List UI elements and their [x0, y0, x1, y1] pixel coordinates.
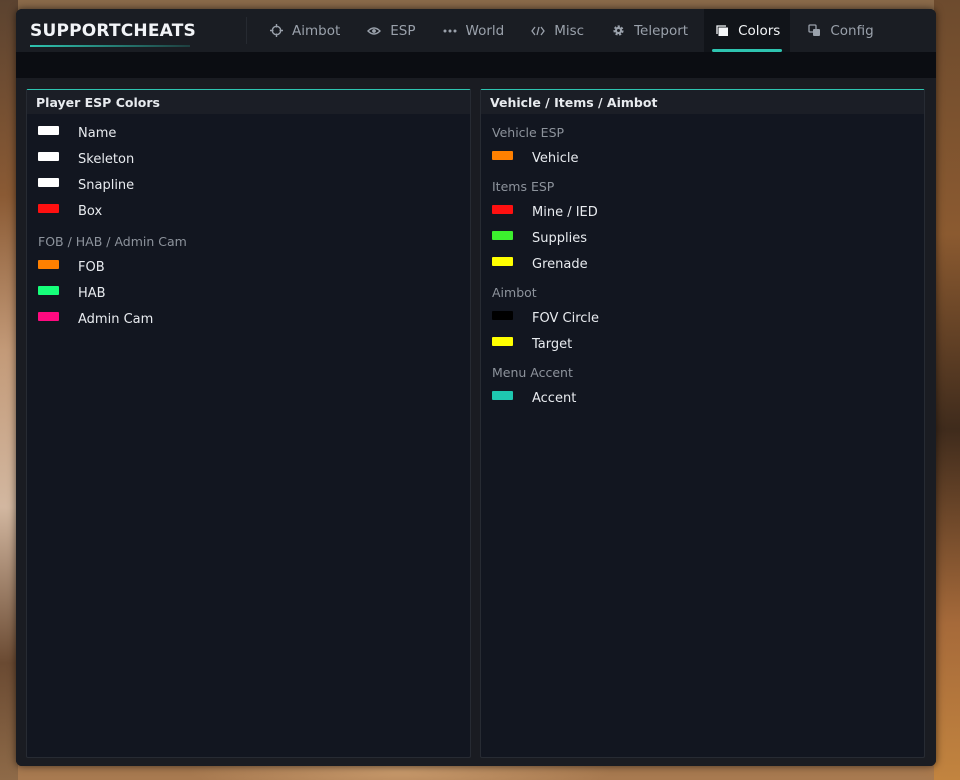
color-label: Grenade	[532, 256, 588, 272]
tab-aimbot[interactable]: Aimbot	[258, 9, 350, 52]
tab-label: Colors	[738, 22, 781, 39]
color-label: FOV Circle	[532, 310, 600, 326]
tab-esp[interactable]: ESP	[356, 9, 425, 52]
tab-world[interactable]: World	[432, 9, 515, 52]
panel-body: Name Skeleton Snapline Box FOB / HAB / A…	[27, 114, 470, 332]
gear-icon	[610, 23, 626, 39]
content-area: Player ESP Colors Name Skeleton Snapline…	[16, 78, 936, 766]
color-label: FOB	[78, 259, 105, 275]
dots-icon	[442, 23, 458, 39]
color-row-skeleton[interactable]: Skeleton	[38, 146, 470, 172]
tab-label: ESP	[390, 22, 416, 39]
tab-teleport[interactable]: Teleport	[600, 9, 698, 52]
color-row-target[interactable]: Target	[492, 331, 924, 357]
section-label-vehicle-esp: Vehicle ESP	[492, 125, 565, 140]
color-row-hab[interactable]: HAB	[38, 280, 470, 306]
color-label: Box	[78, 203, 103, 219]
color-row-name[interactable]: Name	[38, 120, 470, 146]
color-label: Vehicle	[532, 150, 579, 166]
color-label: Mine / IED	[532, 204, 598, 220]
color-row-supplies[interactable]: Supplies	[492, 225, 924, 251]
color-swatch[interactable]	[492, 230, 513, 240]
tab-misc[interactable]: Misc	[520, 9, 594, 52]
copy-icon	[806, 23, 822, 39]
color-row-fob[interactable]: FOB	[38, 254, 470, 280]
color-swatch[interactable]	[38, 311, 59, 321]
color-swatch[interactable]	[492, 390, 513, 400]
tab-label: World	[465, 22, 505, 39]
tab-divider	[246, 17, 247, 44]
eye-icon	[366, 23, 382, 39]
tab-colors[interactable]: Colors	[704, 9, 791, 52]
section-label-menu-accent: Menu Accent	[492, 365, 573, 380]
color-label: Accent	[532, 390, 577, 406]
color-row-admin-cam[interactable]: Admin Cam	[38, 306, 470, 332]
color-label: Skeleton	[78, 151, 135, 167]
color-swatch[interactable]	[492, 256, 513, 266]
color-swatch[interactable]	[492, 310, 513, 320]
top-bar: SUPPORTCHEATS Aimbot ESP World Misc Tele…	[16, 9, 936, 52]
color-swatch[interactable]	[38, 177, 59, 187]
color-swatch[interactable]	[38, 285, 59, 295]
color-label: Admin Cam	[78, 311, 154, 327]
tab-config[interactable]: Config	[796, 9, 883, 52]
color-swatch[interactable]	[492, 336, 513, 346]
panel-title: Player ESP Colors	[27, 90, 470, 114]
color-swatch[interactable]	[492, 150, 513, 160]
color-swatch[interactable]	[492, 204, 513, 214]
code-icon	[530, 23, 546, 39]
window-icon	[714, 23, 730, 39]
color-label: Name	[78, 125, 117, 141]
sub-bar	[16, 52, 936, 78]
color-swatch[interactable]	[38, 125, 59, 135]
color-swatch[interactable]	[38, 203, 59, 213]
brand-title: SUPPORTCHEATS	[30, 21, 196, 41]
panel-body: Vehicle ESP Vehicle Items ESP Mine / IED…	[481, 114, 924, 411]
section-label-aimbot: Aimbot	[492, 285, 537, 300]
color-row-box[interactable]: Box	[38, 198, 470, 224]
game-background-right-edge	[934, 0, 960, 780]
brand-underline	[30, 45, 190, 47]
color-swatch[interactable]	[38, 259, 59, 269]
tab-label: Config	[830, 22, 874, 39]
tab-label: Teleport	[634, 22, 689, 39]
color-label: Supplies	[532, 230, 587, 246]
color-swatch[interactable]	[38, 151, 59, 161]
tab-bar: Aimbot ESP World Misc Teleport Colors Co…	[258, 9, 890, 52]
color-row-snapline[interactable]: Snapline	[38, 172, 470, 198]
panel-title: Vehicle / Items / Aimbot	[481, 90, 924, 114]
cheat-menu-window: SUPPORTCHEATS Aimbot ESP World Misc Tele…	[16, 9, 936, 766]
tab-label: Misc	[554, 22, 585, 39]
color-label: Target	[532, 336, 573, 352]
color-row-vehicle[interactable]: Vehicle	[492, 145, 924, 171]
tab-label: Aimbot	[292, 22, 341, 39]
color-row-grenade[interactable]: Grenade	[492, 251, 924, 277]
color-label: HAB	[78, 285, 106, 301]
player-esp-colors-panel: Player ESP Colors Name Skeleton Snapline…	[26, 89, 471, 758]
crosshair-icon	[268, 23, 284, 39]
section-label-fob-hab-admin: FOB / HAB / Admin Cam	[38, 234, 187, 249]
vehicle-items-aimbot-panel: Vehicle / Items / Aimbot Vehicle ESP Veh…	[480, 89, 925, 758]
color-row-mine-ied[interactable]: Mine / IED	[492, 199, 924, 225]
color-row-fov-circle[interactable]: FOV Circle	[492, 305, 924, 331]
section-label-items-esp: Items ESP	[492, 179, 555, 194]
color-label: Snapline	[78, 177, 135, 193]
color-row-accent[interactable]: Accent	[492, 385, 924, 411]
